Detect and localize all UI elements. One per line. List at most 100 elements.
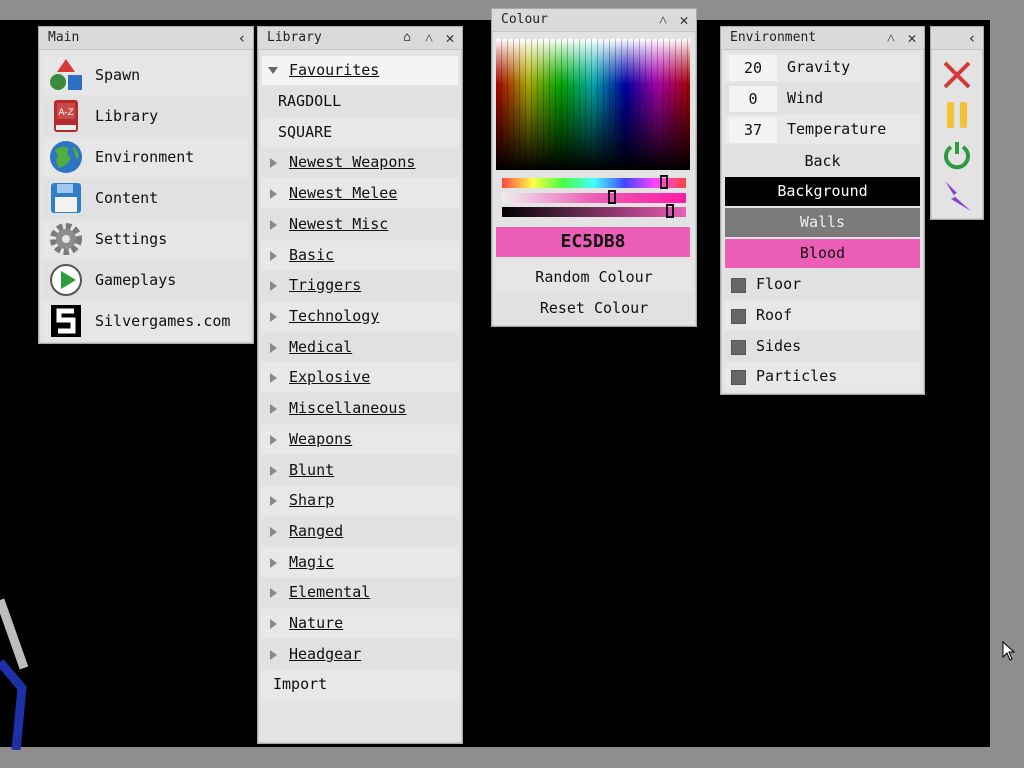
svg-text:A-Z: A-Z xyxy=(58,108,73,118)
library-item-ragdoll[interactable]: RAGDOLL xyxy=(262,87,458,116)
temperature-label: Temperature xyxy=(787,120,887,138)
library-category[interactable]: Newest Melee xyxy=(262,179,458,208)
library-category[interactable]: Medical xyxy=(262,333,458,362)
library-item-square[interactable]: SQUARE xyxy=(262,118,458,147)
main-item-environment[interactable]: Environment xyxy=(43,138,249,177)
reset-colour-button[interactable]: Reset Colour xyxy=(496,294,692,323)
library-category-label: Explosive xyxy=(289,368,371,386)
pause-button[interactable] xyxy=(941,99,973,131)
walls-label: Walls xyxy=(799,213,846,231)
hue-slider-handle[interactable] xyxy=(660,175,668,189)
library-category-label: Ranged xyxy=(289,522,344,540)
wind-input[interactable]: 0 xyxy=(729,86,777,112)
random-colour-label: Random Colour xyxy=(535,268,653,286)
toolbar-title-bar[interactable]: ‹ xyxy=(931,27,983,50)
pause-yellow-icon xyxy=(947,102,967,128)
brightness-slider[interactable] xyxy=(502,204,686,218)
expand-arrow-icon xyxy=(270,650,277,660)
power-button[interactable] xyxy=(941,139,973,171)
back-button[interactable]: Back xyxy=(725,147,920,176)
expand-arrow-icon xyxy=(270,312,277,322)
walls-colour-button[interactable]: Walls xyxy=(725,208,920,237)
power-green-icon xyxy=(944,142,970,170)
expand-arrow-icon xyxy=(270,496,277,506)
temperature-input[interactable]: 37 xyxy=(729,117,777,143)
lightning-button[interactable] xyxy=(941,179,973,213)
library-category[interactable]: Magic xyxy=(262,548,458,577)
floor-checkbox[interactable] xyxy=(731,278,746,293)
floor-label: Floor xyxy=(756,275,802,293)
roof-checkbox-row[interactable]: Roof xyxy=(725,301,920,330)
colour-title-bar[interactable]: Colour ˄ ✕ xyxy=(492,9,696,32)
library-category[interactable]: Basic xyxy=(262,241,458,270)
library-category-label: Basic xyxy=(289,246,335,264)
environment-title: Environment xyxy=(730,30,817,45)
blood-colour-button[interactable]: Blood xyxy=(725,239,920,268)
random-colour-button[interactable]: Random Colour xyxy=(496,263,692,292)
delete-button[interactable] xyxy=(941,59,973,91)
roof-checkbox[interactable] xyxy=(731,309,746,324)
library-category[interactable]: Headgear xyxy=(262,640,458,669)
chevron-up-icon[interactable]: ˄ xyxy=(654,11,672,29)
chevron-up-icon[interactable]: ˄ xyxy=(882,29,900,47)
expand-arrow-icon xyxy=(270,343,277,353)
chevron-up-icon[interactable]: ˄ xyxy=(420,29,438,47)
main-item-gameplays[interactable]: Gameplays xyxy=(43,261,249,300)
expand-arrow-icon xyxy=(270,619,277,629)
library-category[interactable]: Elemental xyxy=(262,578,458,607)
close-icon[interactable]: ✕ xyxy=(675,11,693,29)
library-title-bar[interactable]: Library ⌂ ˄ ✕ xyxy=(258,27,462,50)
colour-spectrum-picker[interactable] xyxy=(496,39,690,170)
colour-hex-value: EC5DB8 xyxy=(560,231,626,252)
particles-checkbox[interactable] xyxy=(731,370,746,385)
brightness-slider-handle[interactable] xyxy=(666,204,674,218)
main-title-bar[interactable]: Main ‹ xyxy=(39,27,253,50)
close-icon[interactable]: ✕ xyxy=(441,29,459,47)
colour-hex-display[interactable]: EC5DB8 xyxy=(496,227,690,257)
library-import-button[interactable]: Import xyxy=(262,670,458,699)
main-item-library[interactable]: A-Z Library xyxy=(43,97,249,136)
library-category[interactable]: Newest Weapons xyxy=(262,148,458,177)
expand-arrow-icon xyxy=(270,220,277,230)
saturation-slider-handle[interactable] xyxy=(608,190,616,204)
environment-title-bar[interactable]: Environment ˄ ✕ xyxy=(721,27,924,50)
main-item-spawn[interactable]: Spawn xyxy=(43,56,249,95)
library-category[interactable]: Weapons xyxy=(262,425,458,454)
floor-checkbox-row[interactable]: Floor xyxy=(725,270,920,299)
library-category[interactable]: Nature xyxy=(262,609,458,638)
sides-checkbox[interactable] xyxy=(731,340,746,355)
main-item-label: Settings xyxy=(95,230,168,248)
gravity-input[interactable]: 20 xyxy=(729,55,777,81)
expand-arrow-icon xyxy=(270,158,277,168)
collapse-chevron-left-icon[interactable]: ‹ xyxy=(963,29,981,47)
library-category[interactable]: Newest Misc xyxy=(262,210,458,239)
library-category[interactable]: Ranged xyxy=(262,517,458,546)
home-icon[interactable]: ⌂ xyxy=(398,29,416,47)
expand-arrow-icon xyxy=(270,281,277,291)
expand-arrow-icon xyxy=(270,404,277,414)
library-category[interactable]: Blunt xyxy=(262,456,458,485)
saturation-slider[interactable] xyxy=(502,190,686,204)
library-panel: Library ⌂ ˄ ✕ Favourites RAGDOLL SQUARE … xyxy=(257,26,463,744)
library-category[interactable]: Explosive xyxy=(262,363,458,392)
library-category[interactable]: Sharp xyxy=(262,486,458,515)
background-colour-button[interactable]: Background xyxy=(725,177,920,206)
wind-setting: 0 Wind xyxy=(725,84,920,113)
collapse-chevron-left-icon[interactable]: ‹ xyxy=(233,29,251,47)
library-favourites[interactable]: Favourites xyxy=(262,56,458,85)
library-category[interactable]: Technology xyxy=(262,302,458,331)
close-icon[interactable]: ✕ xyxy=(903,29,921,47)
hue-slider[interactable] xyxy=(502,175,686,189)
library-title: Library xyxy=(267,30,322,45)
library-category[interactable]: Triggers xyxy=(262,271,458,300)
particles-checkbox-row[interactable]: Particles xyxy=(725,362,920,391)
sides-checkbox-row[interactable]: Sides xyxy=(725,332,920,361)
expand-arrow-icon xyxy=(270,588,277,598)
main-item-silvergames[interactable]: Silvergames.com xyxy=(43,302,249,341)
library-category-label: Miscellaneous xyxy=(289,399,407,417)
library-item-label: RAGDOLL xyxy=(278,92,342,110)
library-category[interactable]: Miscellaneous xyxy=(262,394,458,423)
main-item-content[interactable]: Content xyxy=(43,179,249,218)
main-item-settings[interactable]: Settings xyxy=(43,220,249,259)
ragdoll-partial[interactable] xyxy=(0,580,40,750)
